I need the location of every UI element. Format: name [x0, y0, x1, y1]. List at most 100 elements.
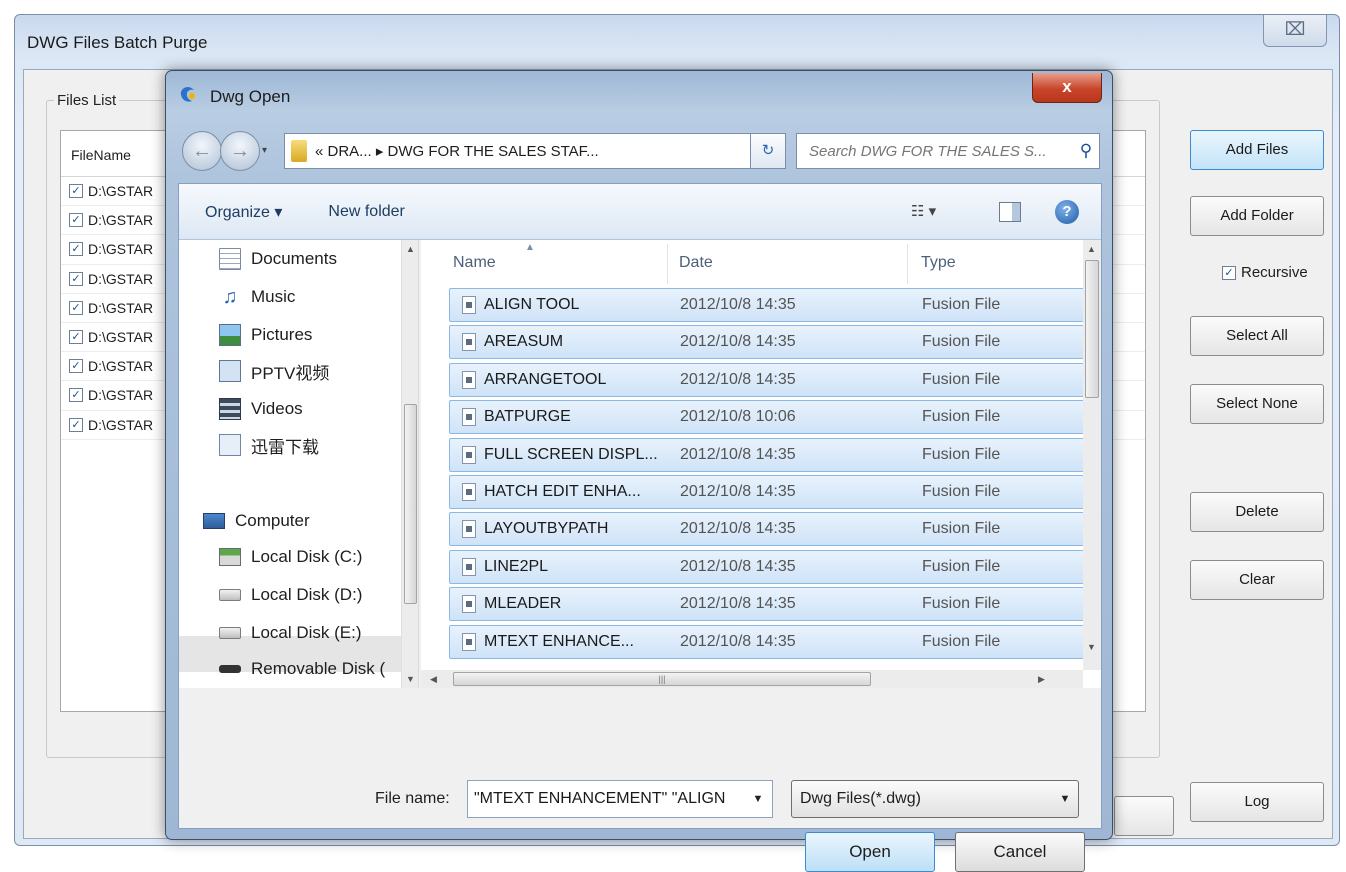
row-checkbox[interactable]: ✓	[69, 184, 83, 199]
nav-item[interactable]: Pictures	[219, 318, 312, 352]
log-button[interactable]: Log	[1190, 782, 1324, 822]
search-input[interactable]	[807, 141, 1073, 161]
nav-item[interactable]: Videos	[219, 392, 303, 426]
list-item[interactable]: LINE2PL 2012/10/8 14:35 Fusion File	[449, 549, 1085, 584]
nav-scroll-thumb[interactable]	[404, 404, 417, 604]
file-date: 2012/10/8 14:35	[680, 296, 796, 313]
cancel-button[interactable]: Cancel	[955, 832, 1085, 872]
nav-item[interactable]: PPTV视频	[219, 354, 329, 388]
file-name: ALIGN TOOL	[484, 296, 580, 313]
vertical-scroll-thumb[interactable]	[1085, 260, 1099, 398]
nav-item[interactable]: Local Disk (E:)	[219, 616, 362, 650]
nav-item-label: Local Disk (C:)	[251, 547, 363, 566]
column-divider[interactable]	[907, 244, 908, 284]
nav-pane-scrollbar[interactable]: ▲ ▼	[401, 240, 418, 688]
scroll-down-icon[interactable]: ▼	[1083, 638, 1100, 656]
nav-item[interactable]: Local Disk (D:)	[219, 578, 362, 612]
column-divider[interactable]	[667, 244, 668, 284]
row-checkbox[interactable]: ✓	[69, 359, 83, 374]
add-folder-button[interactable]: Add Folder	[1190, 196, 1324, 236]
clear-button[interactable]: Clear	[1190, 560, 1324, 600]
row-checkbox[interactable]: ✓	[69, 417, 83, 432]
file-type-select[interactable]: Dwg Files(*.dwg) ▼	[791, 780, 1079, 818]
address-path[interactable]: « DRA... ▸ DWG FOR THE SALES STAF...	[315, 142, 761, 160]
search-box[interactable]: ⚲	[796, 133, 1100, 169]
nav-item[interactable]: Local Disk (C:)	[219, 540, 362, 574]
file-name-combobox[interactable]: ▼	[467, 780, 773, 818]
file-list-vertical-scrollbar[interactable]: ▲ ▼	[1083, 240, 1101, 670]
list-item[interactable]: FULL SCREEN DISPL... 2012/10/8 14:35 Fusio…	[449, 437, 1085, 472]
row-checkbox[interactable]: ✓	[69, 271, 83, 286]
open-button[interactable]: Open	[805, 832, 935, 872]
list-item[interactable]: LAYOUTBYPATH 2012/10/8 14:35 Fusion File	[449, 512, 1085, 547]
select-all-button[interactable]: Select All	[1190, 316, 1324, 356]
nav-item[interactable]: ♫ Music	[219, 280, 296, 314]
obscured-button[interactable]	[1114, 796, 1174, 836]
row-checkbox[interactable]: ✓	[69, 242, 83, 257]
back-button[interactable]: ←	[182, 131, 222, 171]
file-icon	[462, 632, 476, 651]
nav-item[interactable]: Documents	[219, 242, 337, 276]
file-type: Fusion File	[922, 333, 1001, 351]
search-icon[interactable]: ⚲	[1073, 141, 1099, 161]
name-column-header[interactable]: Name	[453, 254, 496, 272]
new-folder-button[interactable]: New folder	[328, 203, 404, 221]
delete-button[interactable]: Delete	[1190, 492, 1324, 532]
pictures-icon	[219, 324, 241, 346]
nav-item[interactable]: 迅雷下载	[219, 428, 319, 462]
nav-item[interactable]: Computer	[203, 504, 310, 538]
list-item[interactable]: HATCH EDIT ENHA... 2012/10/8 14:35 Fusion …	[449, 475, 1085, 509]
list-item[interactable]: ARRANGETOOL 2012/10/8 14:35 Fusion File	[449, 362, 1085, 397]
close-button[interactable]: ⌧	[1263, 15, 1327, 47]
recent-locations-dropdown-icon[interactable]: ▾	[262, 145, 267, 156]
dwg-open-dialog: Dwg Open x ← → ▾ « DRA... ▸ DWG FOR THE …	[165, 70, 1113, 872]
horizontal-scroll-thumb[interactable]: |||	[453, 672, 871, 686]
file-list[interactable]: ▲ Name Date Type ALIGN TOOL 2012/10/8 14:…	[421, 240, 1101, 688]
help-icon[interactable]: ?	[1055, 200, 1079, 224]
scroll-up-icon[interactable]: ▲	[1083, 240, 1100, 258]
forward-button[interactable]: →	[220, 131, 260, 171]
scroll-right-icon[interactable]: ▶	[1033, 670, 1050, 688]
organize-menu-button[interactable]: Organize ▾	[205, 202, 282, 222]
recursive-checkbox[interactable]: ✓ Recursive	[1222, 264, 1308, 281]
row-checkbox[interactable]: ✓	[69, 300, 83, 315]
row-checkbox[interactable]: ✓	[69, 213, 83, 228]
scroll-down-icon[interactable]: ▼	[402, 670, 418, 688]
add-files-button[interactable]: Add Files	[1190, 130, 1324, 170]
dialog-close-button[interactable]: x	[1032, 73, 1102, 103]
list-item[interactable]: MTEXT ENHANCE... 2012/10/8 14:35 Fusion Fi…	[449, 624, 1085, 659]
toolbar: Organize ▾ New folder ☷ ▾ ?	[179, 184, 1101, 240]
file-date: 2012/10/8 14:35	[680, 445, 796, 463]
select-none-button[interactable]: Select None	[1190, 384, 1324, 424]
nav-item-label: Pictures	[251, 325, 313, 344]
refresh-button[interactable]: ↻	[750, 133, 786, 169]
list-item[interactable]: BATPURGE 2012/10/8 10:06 Fusion File	[449, 400, 1085, 435]
address-bar[interactable]: « DRA... ▸ DWG FOR THE SALES STAF... ▼	[284, 133, 786, 169]
row-checkbox[interactable]: ✓	[69, 388, 83, 403]
recursive-check-icon[interactable]: ✓	[1222, 265, 1236, 280]
folder-icon	[219, 360, 241, 382]
type-column-header[interactable]: Type	[921, 254, 956, 272]
list-item[interactable]: MLEADER 2012/10/8 14:35 Fusion File	[449, 587, 1085, 622]
row-checkbox[interactable]: ✓	[69, 330, 83, 345]
file-path: D:\GSTAR	[88, 387, 154, 404]
view-options-icon[interactable]: ☷ ▾	[911, 202, 936, 220]
date-column-header[interactable]: Date	[679, 254, 713, 272]
app-icon	[180, 87, 195, 102]
scroll-up-icon[interactable]: ▲	[402, 240, 418, 258]
list-item[interactable]: AREASUM 2012/10/8 14:35 Fusion File	[449, 325, 1085, 360]
nav-item[interactable]: Removable Disk (	[219, 652, 385, 686]
local-disk-icon	[219, 548, 241, 566]
file-path: D:\GSTAR	[88, 299, 154, 316]
file-type-dropdown-icon[interactable]: ▼	[1052, 793, 1078, 805]
file-name-dropdown-icon[interactable]: ▼	[744, 793, 772, 805]
file-name-input[interactable]	[468, 789, 744, 809]
preview-pane-icon[interactable]	[999, 202, 1021, 222]
file-list-horizontal-scrollbar[interactable]: ◀ ||| ▶	[421, 670, 1083, 688]
nav-item-label: Local Disk (E:)	[251, 623, 362, 642]
scroll-left-icon[interactable]: ◀	[425, 670, 442, 688]
file-path: D:\GSTAR	[88, 358, 154, 375]
list-item[interactable]: ALIGN TOOL 2012/10/8 14:35 Fusion File	[449, 288, 1085, 322]
file-date: 2012/10/8 14:35	[680, 333, 796, 351]
files-list-label: Files List	[54, 92, 120, 109]
